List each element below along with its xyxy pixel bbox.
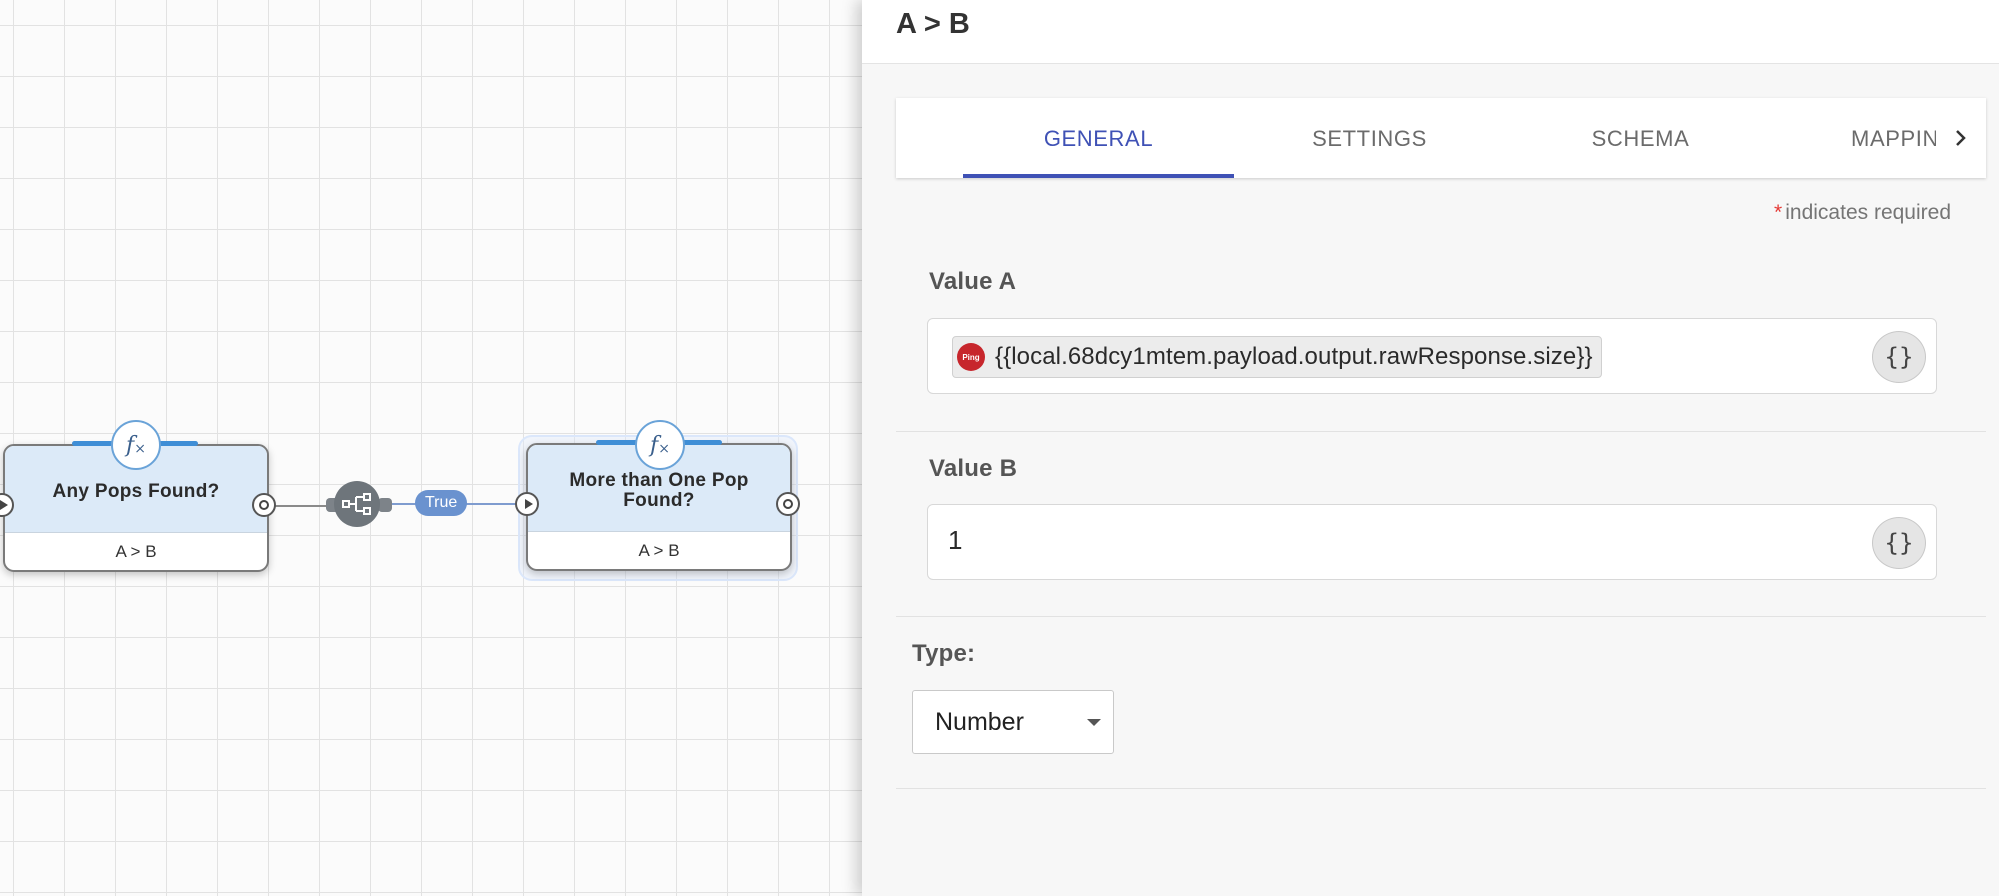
expression-chip-text: {{local.68dcy1mtem.payload.output.rawRes… (995, 343, 1593, 370)
node-subtitle: A > B (638, 541, 680, 560)
node-title: More than One Pop Found? (569, 470, 749, 511)
value-a-label: Value A (929, 268, 1017, 295)
node-input-port[interactable] (515, 492, 539, 516)
connector-label-true[interactable]: True (415, 490, 468, 516)
value-a-field[interactable]: Ping {{local.68dcy1mtem.payload.output.r… (927, 318, 1937, 394)
node-output-port[interactable] (776, 492, 800, 516)
expression-chip[interactable]: Ping {{local.68dcy1mtem.payload.output.r… (952, 336, 1602, 378)
node-title: Any Pops Found? (52, 481, 220, 502)
chevron-down-icon (1087, 719, 1101, 726)
tab-settings[interactable]: SETTINGS (1234, 98, 1505, 178)
flow-canvas[interactable]: Any Pops Found? A > B f × True More than … (0, 0, 862, 896)
panel-title: A > B (896, 8, 970, 40)
value-b-input[interactable]: 1 (948, 525, 962, 556)
expression-editor-button[interactable]: {} (1872, 331, 1926, 383)
tab-bar: GENERAL SETTINGS SCHEMA MAPPINGS (896, 98, 1986, 178)
branch-icon[interactable] (334, 481, 380, 527)
type-select-value: Number (935, 708, 1024, 736)
tab-schema[interactable]: SCHEMA (1505, 98, 1776, 178)
node-output-port[interactable] (252, 493, 276, 517)
required-note: * indicates required (1774, 201, 1951, 225)
expression-editor-button[interactable]: {} (1872, 517, 1926, 569)
value-b-label: Value B (929, 455, 1018, 482)
section-divider (896, 431, 1986, 432)
section-divider (896, 616, 1986, 617)
fx-icon: f × (111, 420, 161, 470)
type-label: Type: (912, 640, 976, 667)
active-tab-indicator (963, 174, 1234, 178)
panel-header: A > B (862, 0, 1999, 64)
ping-logo-icon: Ping (957, 343, 985, 371)
fx-icon: f × (635, 420, 685, 470)
required-note-text: indicates required (1785, 201, 1951, 224)
type-select[interactable]: Number (912, 690, 1114, 754)
value-b-field[interactable]: 1 {} (927, 504, 1937, 580)
properties-panel: A > B GENERAL SETTINGS SCHEMA MAPPINGS *… (862, 0, 1999, 896)
required-star: * (1774, 201, 1783, 224)
tab-general[interactable]: GENERAL (963, 98, 1234, 178)
tabs-scroll-right-icon[interactable] (1936, 98, 1986, 178)
branch-cap-right (378, 498, 392, 512)
section-divider (896, 788, 1986, 789)
node-subtitle: A > B (115, 542, 157, 561)
